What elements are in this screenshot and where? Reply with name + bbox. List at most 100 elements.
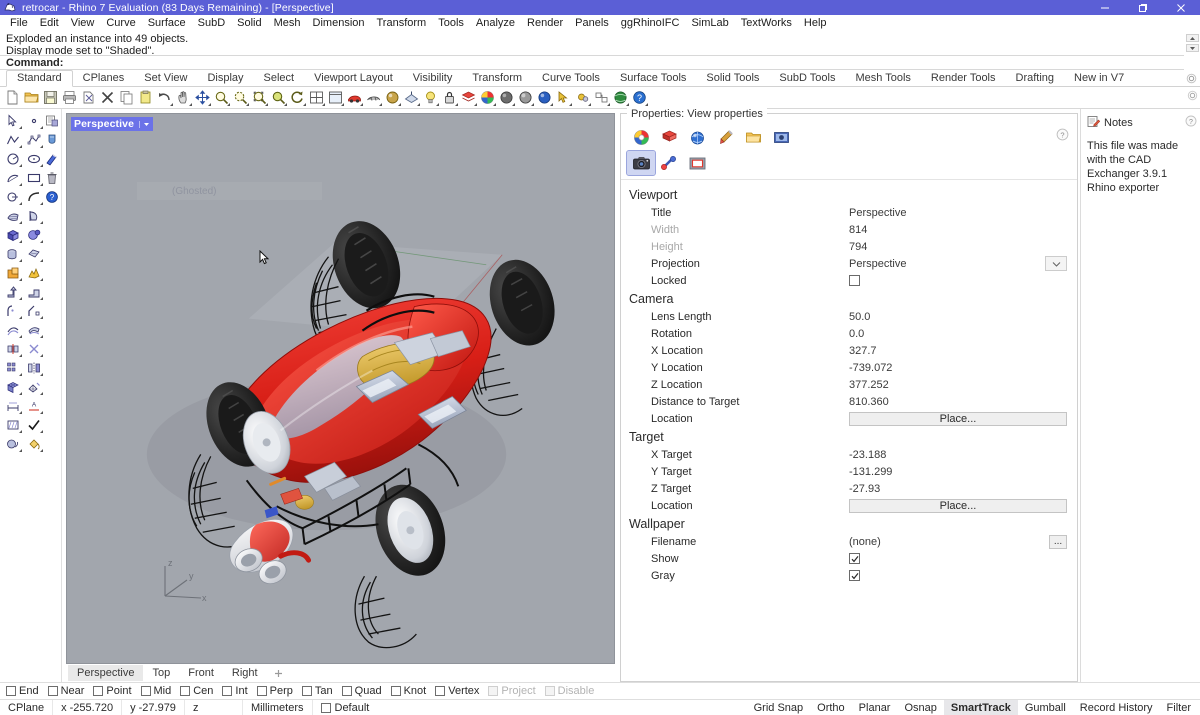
mesh-tools-icon[interactable] xyxy=(23,377,44,396)
check-icon[interactable] xyxy=(23,415,44,434)
toolbar-tab-transform[interactable]: Transform xyxy=(462,71,532,86)
menu-item-textworks[interactable]: TextWorks xyxy=(735,15,798,32)
toolbar-tab-standard[interactable]: Standard xyxy=(6,70,73,87)
paint-brush-icon[interactable] xyxy=(711,126,739,148)
chamfer-icon[interactable] xyxy=(23,301,44,320)
material-panel-icon[interactable] xyxy=(42,130,62,149)
control-polygon-icon[interactable] xyxy=(23,130,44,149)
osnap-checkbox[interactable] xyxy=(47,686,58,696)
status-toggle-osnap[interactable]: Osnap xyxy=(897,700,943,715)
sphere-shade-icon[interactable] xyxy=(516,88,535,107)
render-preview-icon[interactable] xyxy=(383,88,402,107)
camera-icon[interactable] xyxy=(626,150,656,176)
cylinder-icon[interactable] xyxy=(2,244,23,263)
toolbar-tab-solid-tools[interactable]: Solid Tools xyxy=(696,71,769,86)
osnap-checkbox[interactable] xyxy=(256,686,267,696)
menu-item-view[interactable]: View xyxy=(65,15,101,32)
add-viewport-tab-button[interactable] xyxy=(267,669,290,678)
command-scrollbar[interactable] xyxy=(1184,32,1200,70)
sphere-blue-icon[interactable] xyxy=(535,88,554,107)
object-color-icon[interactable] xyxy=(627,126,655,148)
open-file-icon[interactable] xyxy=(22,88,41,107)
menu-item-dimension[interactable]: Dimension xyxy=(307,15,371,32)
property-value[interactable]: -23.188 xyxy=(849,449,886,461)
explode-icon[interactable] xyxy=(23,263,44,282)
property-value[interactable]: -131.299 xyxy=(849,466,892,478)
help-panel-icon[interactable]: ? xyxy=(42,187,62,206)
property-value[interactable]: 377.252 xyxy=(849,379,889,391)
four-view-icon[interactable] xyxy=(307,88,326,107)
menu-item-tools[interactable]: Tools xyxy=(432,15,470,32)
status-toggle-filter[interactable]: Filter xyxy=(1160,700,1198,715)
dimension-linear-icon[interactable] xyxy=(2,396,23,415)
place-button[interactable]: Place... xyxy=(849,498,1067,513)
notes-text-area[interactable]: This file was made with the CAD Exchange… xyxy=(1081,134,1200,200)
menu-item-transform[interactable]: Transform xyxy=(371,15,433,32)
delete-icon[interactable] xyxy=(98,88,117,107)
menu-item-panels[interactable]: Panels xyxy=(569,15,615,32)
layer-panel-icon[interactable] xyxy=(42,111,62,130)
status-toggle-grid-snap[interactable]: Grid Snap xyxy=(747,700,811,715)
viewport-tab-front[interactable]: Front xyxy=(179,665,223,681)
dimension-text-icon[interactable]: A xyxy=(23,396,44,415)
osnap-checkbox[interactable] xyxy=(180,686,191,696)
menu-item-mesh[interactable]: Mesh xyxy=(268,15,307,32)
chevron-down-icon[interactable] xyxy=(139,120,150,128)
minimize-button[interactable] xyxy=(1086,0,1124,15)
layer-material-icon[interactable] xyxy=(655,126,683,148)
command-input[interactable] xyxy=(63,56,1184,69)
single-view-icon[interactable] xyxy=(326,88,345,107)
offset-surface-icon[interactable] xyxy=(23,320,44,339)
viewport-tab-perspective[interactable]: Perspective xyxy=(68,665,144,681)
group-icon[interactable] xyxy=(592,88,611,107)
osnap-tan[interactable]: Tan xyxy=(301,685,333,697)
globe-icon[interactable] xyxy=(611,88,630,107)
menu-item-help[interactable]: Help xyxy=(798,15,833,32)
toolbar-tab-viewport-layout[interactable]: Viewport Layout xyxy=(304,71,403,86)
toolbar-tab-cplanes[interactable]: CPlanes xyxy=(73,71,135,86)
gears-icon[interactable] xyxy=(573,88,592,107)
status-toggle-smarttrack[interactable]: SmartTrack xyxy=(943,700,1018,715)
menu-item-solid[interactable]: Solid xyxy=(231,15,267,32)
toolbar-tab-drafting[interactable]: Drafting xyxy=(1006,71,1065,86)
status-toggle-record-history[interactable]: Record History xyxy=(1073,700,1160,715)
toolbar-tab-mesh-tools[interactable]: Mesh Tools xyxy=(845,71,920,86)
menu-item-surface[interactable]: Surface xyxy=(142,15,192,32)
menu-item-simlab[interactable]: SimLab xyxy=(685,15,734,32)
place-button[interactable]: Place... xyxy=(849,411,1067,426)
osnap-quad[interactable]: Quad xyxy=(341,685,382,697)
circle-icon[interactable] xyxy=(2,149,23,168)
menu-item-curve[interactable]: Curve xyxy=(100,15,141,32)
perspective-viewport[interactable]: Perspective (Ghosted) z y x xyxy=(66,113,615,664)
osnap-end[interactable]: End xyxy=(6,685,39,697)
chevron-down-icon[interactable] xyxy=(1045,256,1067,271)
link-icon[interactable] xyxy=(655,151,683,175)
menu-item-analyze[interactable]: Analyze xyxy=(470,15,521,32)
print-icon[interactable] xyxy=(60,88,79,107)
polyline-icon[interactable] xyxy=(2,130,23,149)
surface-patch-icon[interactable] xyxy=(2,206,23,225)
trash-icon[interactable] xyxy=(42,168,62,187)
properties-panel-icon[interactable] xyxy=(42,149,62,168)
property-value[interactable]: 810.360 xyxy=(849,396,889,408)
toolbar-tab-render-tools[interactable]: Render Tools xyxy=(921,71,1006,86)
osnap-checkbox[interactable] xyxy=(301,686,312,696)
status-toggle-gumball[interactable]: Gumball xyxy=(1018,700,1073,715)
array-icon[interactable] xyxy=(2,358,23,377)
property-value[interactable]: 50.0 xyxy=(849,311,870,323)
curve-point-icon[interactable] xyxy=(2,187,23,206)
osnap-checkbox[interactable] xyxy=(390,686,401,696)
car-shaded-icon[interactable] xyxy=(345,88,364,107)
wireframe-icon[interactable] xyxy=(364,88,383,107)
property-value[interactable]: -739.072 xyxy=(849,362,892,374)
paste-icon[interactable] xyxy=(136,88,155,107)
frame-icon[interactable] xyxy=(683,151,711,175)
toolbar-tab-select[interactable]: Select xyxy=(254,71,305,86)
camera-props-icon[interactable] xyxy=(767,126,795,148)
property-value[interactable]: 814 xyxy=(849,224,867,236)
osnap-checkbox[interactable] xyxy=(435,686,446,696)
osnap-cen[interactable]: Cen xyxy=(180,685,213,697)
property-checkbox-show[interactable] xyxy=(849,553,860,564)
save-file-icon[interactable] xyxy=(41,88,60,107)
osnap-knot[interactable]: Knot xyxy=(390,685,426,697)
